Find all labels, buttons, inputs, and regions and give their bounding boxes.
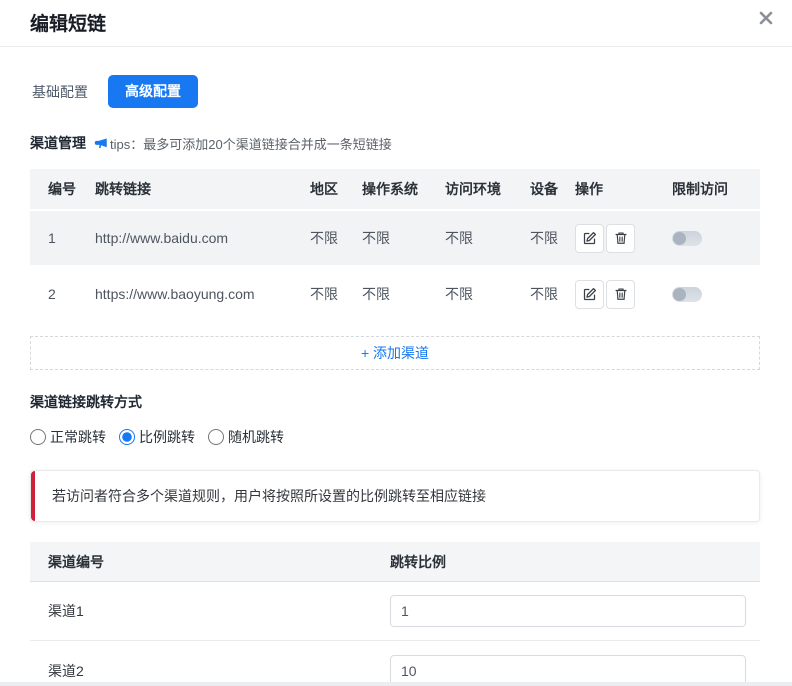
channel-management-label: 渠道管理 [30, 133, 86, 153]
edit-button[interactable] [575, 280, 604, 309]
jump-method-radio-group: 正常跳转 比例跳转 随机跳转 [30, 429, 762, 445]
radio-ratio-jump[interactable]: 比例跳转 [119, 427, 195, 447]
cell-operations [575, 211, 672, 265]
edit-icon [582, 231, 597, 246]
cell-operations [575, 267, 672, 321]
cell-url: http://www.baidu.com [95, 211, 310, 265]
cell-number: 1 [30, 211, 95, 265]
ratio-row-channel-2: 渠道2 [30, 641, 760, 686]
jump-method-label: 渠道链接跳转方式 [30, 392, 762, 412]
radio-normal-jump-input[interactable] [30, 429, 46, 445]
tab-basic-config[interactable]: 基础配置 [30, 82, 90, 102]
toggle-knob [673, 232, 686, 245]
radio-random-jump[interactable]: 随机跳转 [208, 427, 284, 447]
edit-button[interactable] [575, 224, 604, 253]
close-icon [759, 11, 773, 25]
channel-table: 编号 跳转链接 地区 操作系统 访问环境 设备 操作 限制访问 1 http:/… [30, 167, 760, 323]
ratio-col-channel-number: 渠道编号 [30, 552, 390, 572]
ratio-table: 渠道编号 跳转比例 渠道1 渠道2 [30, 542, 760, 686]
add-channel-button[interactable]: + 添加渠道 [30, 336, 760, 370]
cell-url: https://www.baoyung.com [95, 267, 310, 321]
col-header-device: 设备 [530, 169, 575, 209]
cell-region: 不限 [310, 267, 362, 321]
cell-number: 2 [30, 267, 95, 321]
page-background-strip [0, 682, 792, 686]
channel-row-2: 2 https://www.baoyung.com 不限 不限 不限 不限 [30, 267, 760, 321]
ratio-rule-alert: 若访问者符合多个渠道规则，用户将按照所设置的比例跳转至相应链接 [30, 470, 760, 522]
cell-device: 不限 [530, 211, 575, 265]
dialog-title: 编辑短链 [30, 9, 762, 36]
channel-tips-text: tips：最多可添加20个渠道链接合并成一条短链接 [110, 134, 392, 153]
cell-os: 不限 [362, 267, 445, 321]
cell-region: 不限 [310, 211, 362, 265]
col-header-restrict-access: 限制访问 [672, 169, 760, 209]
close-button[interactable] [752, 4, 780, 32]
radio-ratio-jump-input[interactable] [119, 429, 135, 445]
tab-advanced-config[interactable]: 高级配置 [108, 75, 198, 108]
channel-2-label: 渠道2 [30, 661, 390, 681]
channel-table-header-row: 编号 跳转链接 地区 操作系统 访问环境 设备 操作 限制访问 [30, 169, 760, 209]
delete-button[interactable] [606, 224, 635, 253]
channel-1-label: 渠道1 [30, 601, 390, 621]
channel-1-ratio-input[interactable] [390, 595, 746, 627]
delete-button[interactable] [606, 280, 635, 309]
edit-icon [582, 287, 597, 302]
channel-row-1: 1 http://www.baidu.com 不限 不限 不限 不限 [30, 211, 760, 265]
add-channel-label: + 添加渠道 [361, 343, 429, 363]
radio-random-jump-input[interactable] [208, 429, 224, 445]
cell-env: 不限 [445, 211, 530, 265]
col-header-region: 地区 [310, 169, 362, 209]
radio-normal-jump-label: 正常跳转 [50, 427, 106, 447]
ratio-table-header: 渠道编号 跳转比例 [30, 542, 760, 582]
col-header-number: 编号 [30, 169, 95, 209]
cell-device: 不限 [530, 267, 575, 321]
cell-os: 不限 [362, 211, 445, 265]
col-header-url: 跳转链接 [95, 169, 310, 209]
radio-ratio-jump-label: 比例跳转 [139, 427, 195, 447]
alert-text: 若访问者符合多个渠道规则，用户将按照所设置的比例跳转至相应链接 [52, 488, 486, 504]
col-header-env: 访问环境 [445, 169, 530, 209]
edit-shortlink-dialog: 编辑短链 基础配置 高级配置 渠道管理 tips：最多可添加20个渠道链接合并成… [0, 0, 792, 686]
restrict-access-toggle[interactable] [672, 287, 702, 302]
megaphone-icon [93, 136, 108, 151]
dialog-header: 编辑短链 [0, 0, 792, 47]
ratio-row-channel-1: 渠道1 [30, 582, 760, 641]
cell-restrict-access [672, 211, 760, 265]
radio-normal-jump[interactable]: 正常跳转 [30, 427, 106, 447]
channel-section-header: 渠道管理 tips：最多可添加20个渠道链接合并成一条短链接 [30, 133, 762, 153]
cell-env: 不限 [445, 267, 530, 321]
cell-restrict-access [672, 267, 760, 321]
radio-random-jump-label: 随机跳转 [228, 427, 284, 447]
col-header-operations: 操作 [575, 169, 672, 209]
toggle-knob [673, 288, 686, 301]
restrict-access-toggle[interactable] [672, 231, 702, 246]
trash-icon [614, 231, 628, 245]
trash-icon [614, 287, 628, 301]
dialog-body: 基础配置 高级配置 渠道管理 tips：最多可添加20个渠道链接合并成一条短链接… [0, 75, 792, 686]
tab-bar: 基础配置 高级配置 [30, 75, 762, 108]
col-header-os: 操作系统 [362, 169, 445, 209]
ratio-col-jump-ratio: 跳转比例 [390, 552, 760, 572]
